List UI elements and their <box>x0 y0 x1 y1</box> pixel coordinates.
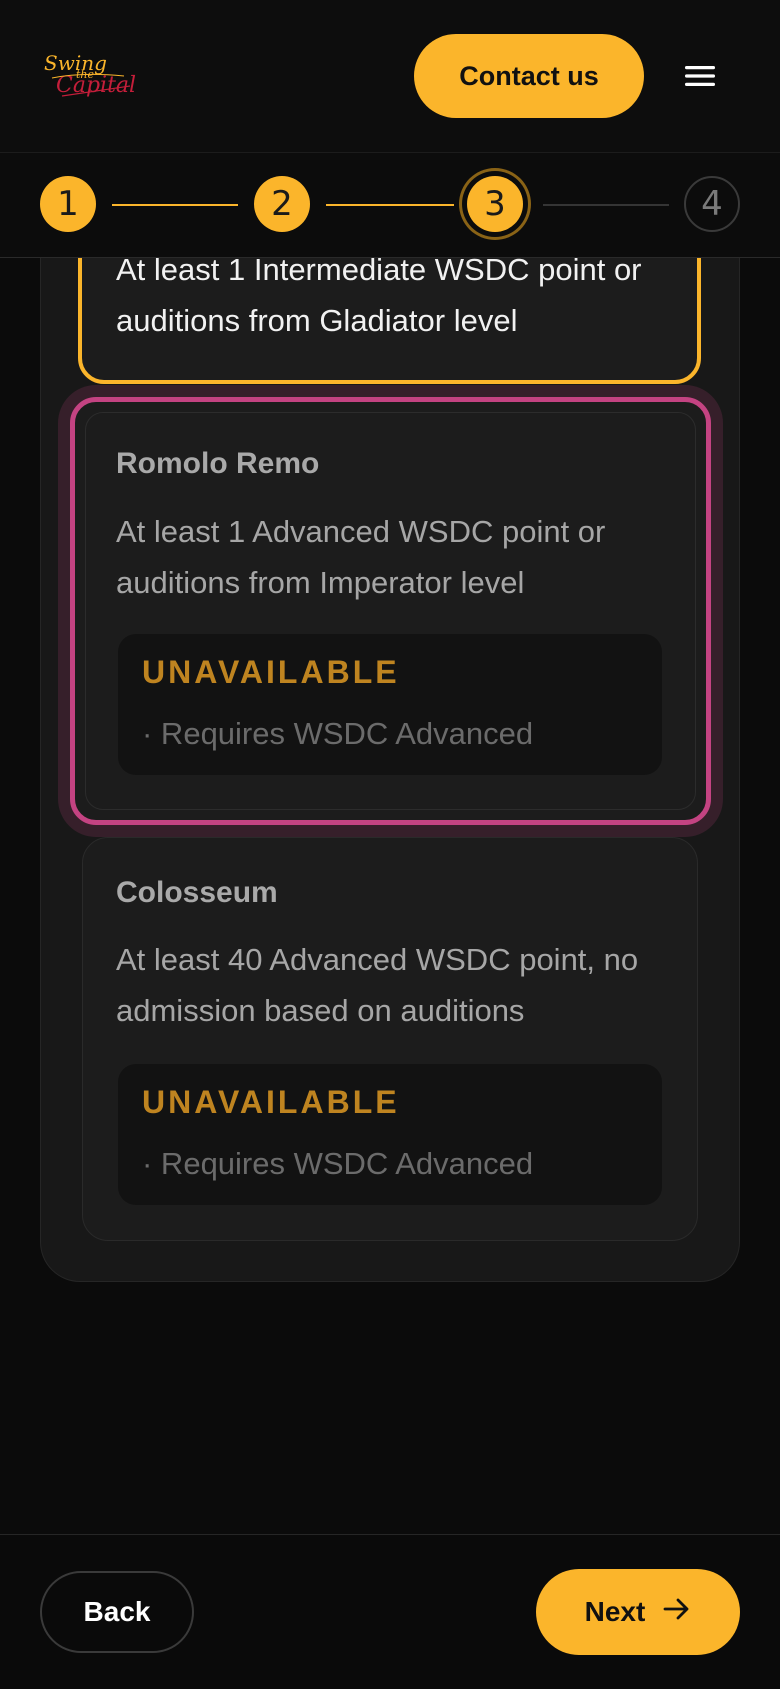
level-title: Colosseum <box>116 876 278 909</box>
step-connector <box>543 204 669 206</box>
status-badge: UNAVAILABLE <box>142 1084 400 1120</box>
logo-graphic: Swing the Capital <box>44 51 136 98</box>
back-button[interactable]: Back <box>40 1571 194 1653</box>
level-title: Romolo Remo <box>116 447 320 480</box>
step-3-current[interactable]: 3 <box>467 176 523 232</box>
step-2[interactable]: 2 <box>254 176 310 232</box>
step-1[interactable]: 1 <box>40 176 96 232</box>
level-description: At least 1 Intermediate WSDC point or au… <box>116 252 642 338</box>
level-description: At least 1 Advanced WSDC point or auditi… <box>116 514 606 600</box>
bottom-navigation: Back Next <box>0 1534 780 1689</box>
progress-stepper: 1 2 3 4 <box>0 153 780 258</box>
brand-logo[interactable]: Swing the Capital <box>42 48 138 104</box>
step-connector <box>112 204 238 206</box>
arrow-right-icon <box>663 1596 691 1628</box>
requirement-note: · Requires WSDC Advanced <box>142 716 534 751</box>
status-badge: UNAVAILABLE <box>142 654 400 690</box>
next-button[interactable]: Next <box>536 1569 740 1655</box>
contact-us-button[interactable]: Contact us <box>414 34 644 118</box>
hamburger-menu-icon[interactable] <box>676 58 724 94</box>
availability-box: UNAVAILABLE · Requires WSDC Advanced <box>118 634 662 775</box>
level-description: At least 40 Advanced WSDC point, no admi… <box>116 942 639 1028</box>
requirement-note: · Requires WSDC Advanced <box>142 1146 534 1181</box>
top-header: Swing the Capital Contact us <box>0 0 780 153</box>
next-button-label: Next <box>584 1596 646 1627</box>
step-connector <box>326 204 454 206</box>
step-4[interactable]: 4 <box>684 176 740 232</box>
svg-text:Capital: Capital <box>56 73 136 98</box>
availability-box: UNAVAILABLE · Requires WSDC Advanced <box>118 1064 662 1205</box>
